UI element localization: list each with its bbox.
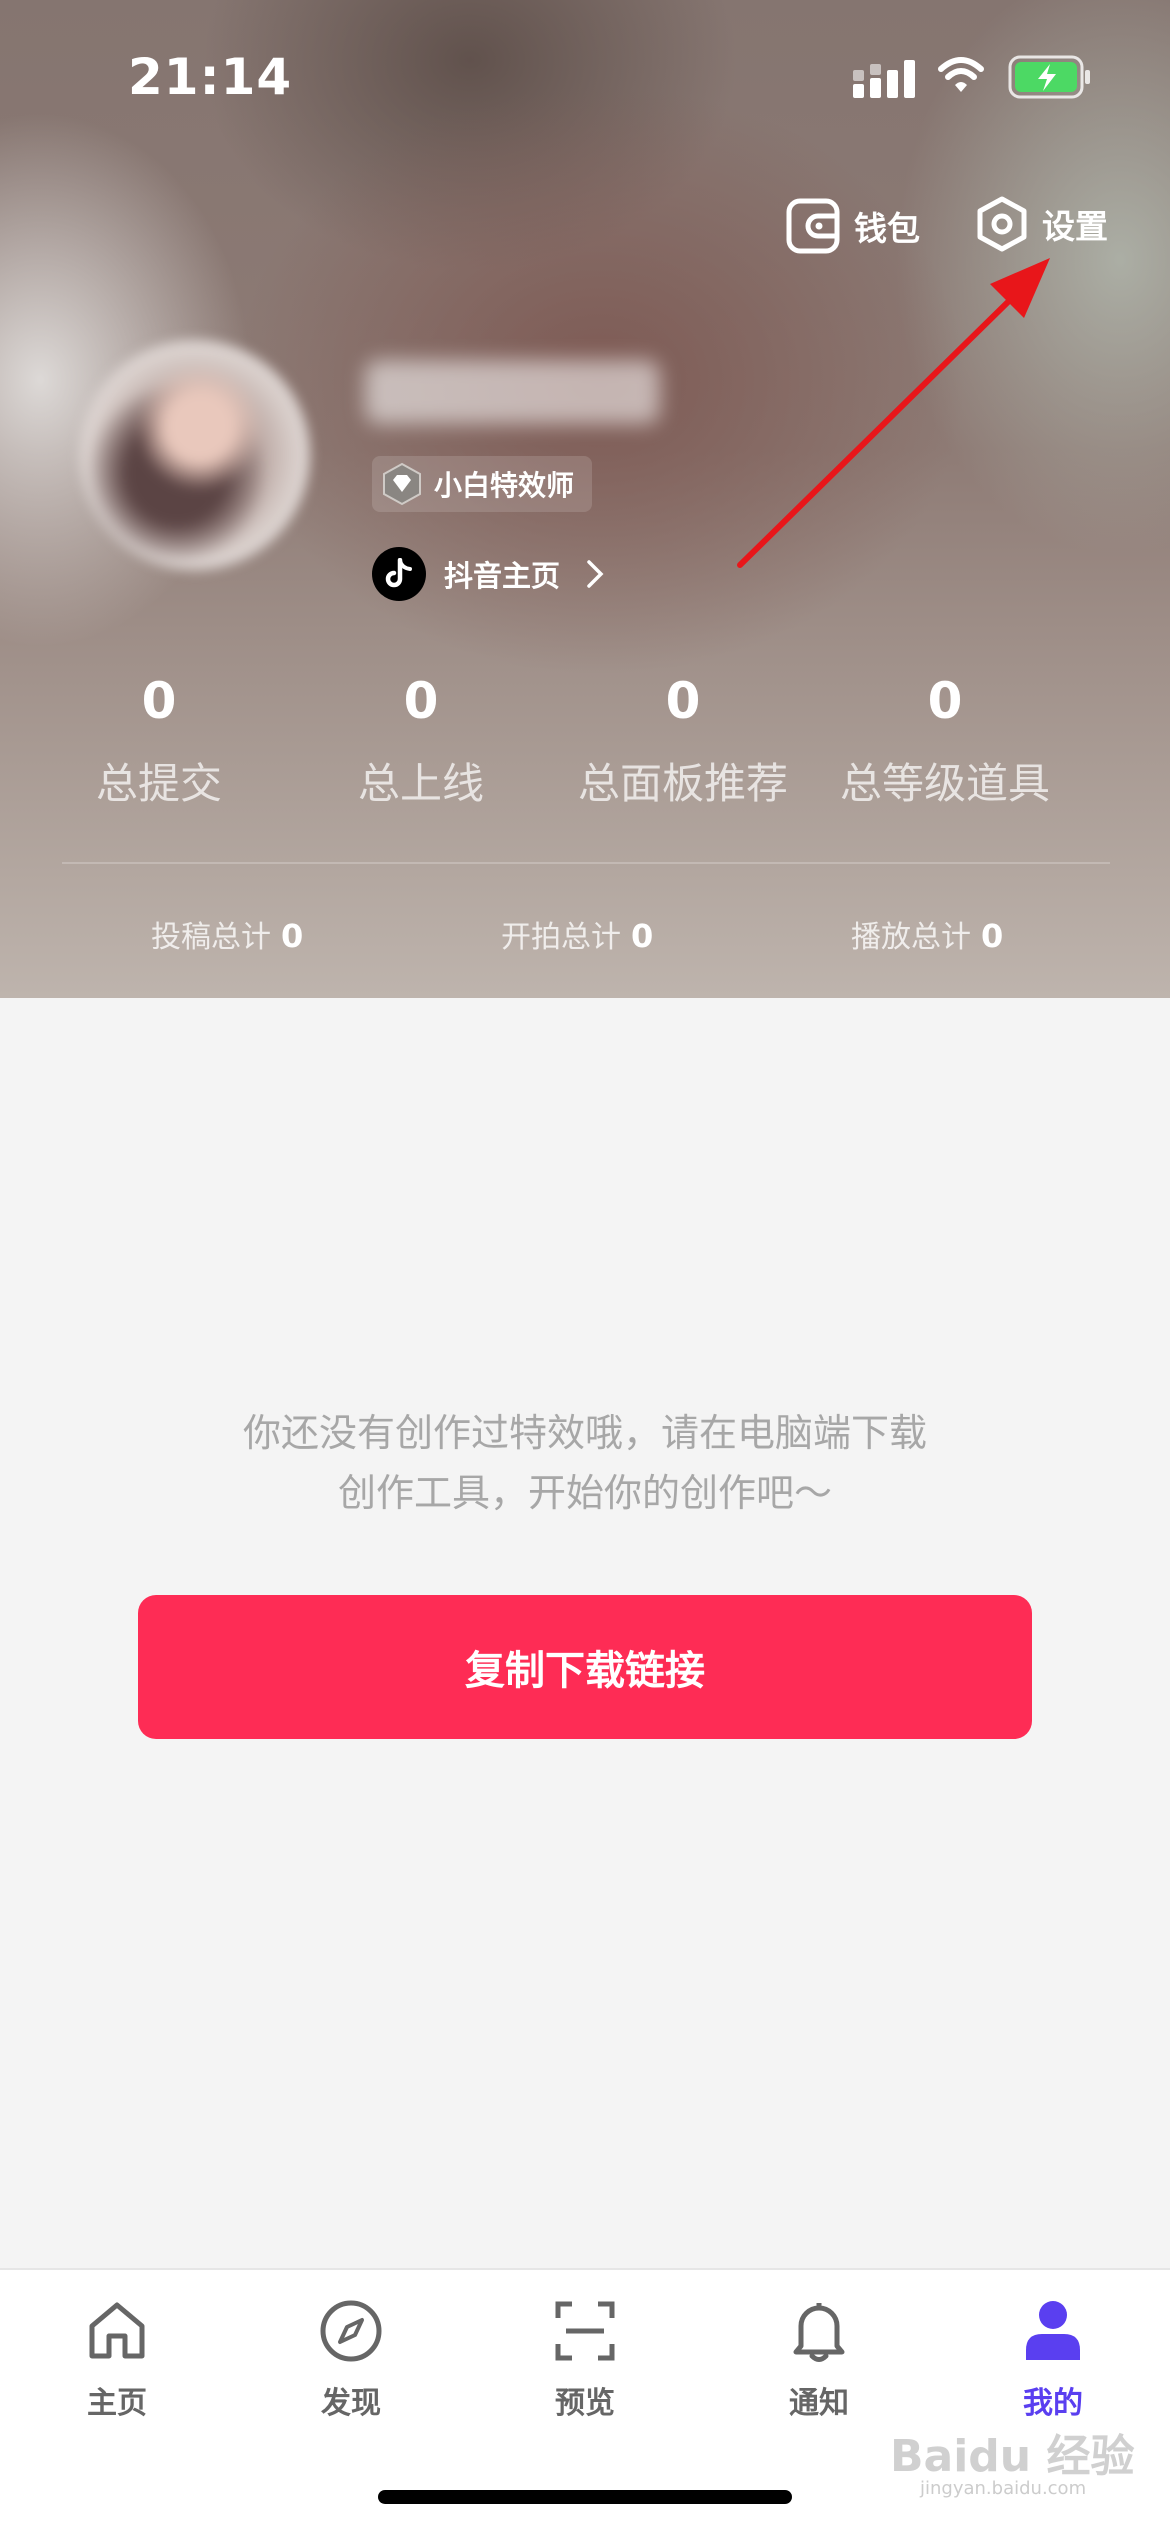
tab-discover[interactable]: 发现 [276, 2298, 426, 2422]
compass-icon [320, 2300, 382, 2362]
stat-label: 总上线 [357, 759, 484, 808]
tab-home-label: 主页 [87, 2386, 147, 2421]
settings-icon [977, 196, 1027, 252]
total-label: 播放总计 [851, 920, 971, 955]
tab-home[interactable]: 主页 [42, 2298, 192, 2422]
tab-notifications-label: 通知 [789, 2386, 849, 2421]
tab-preview[interactable]: 预览 [510, 2298, 660, 2422]
settings-button[interactable]: 设置 [976, 196, 1108, 252]
empty-state-line1: 你还没有创作过特效哦，请在电脑端下载 [242, 1411, 927, 1455]
stat-label: 总提交 [95, 759, 222, 808]
total-posts: 投稿总计 0 [151, 912, 303, 956]
total-label: 投稿总计 [151, 920, 271, 955]
chevron-right-icon [587, 560, 604, 588]
stat-value: 0 [141, 672, 177, 730]
stat-value: 0 [403, 672, 439, 730]
profile-header: 21:14 钱包 设置 小白特效师 抖音主页 0 总提交 0 总上线 0 总面板… [0, 0, 1170, 998]
stat-label: 总等级道具 [839, 759, 1050, 808]
user-icon [1026, 2301, 1080, 2360]
douyin-homepage-link[interactable]: 抖音主页 [372, 547, 604, 601]
total-plays: 播放总计 0 [851, 912, 1003, 956]
battery-charging-icon [1008, 55, 1090, 99]
tab-me-label: 我的 [1023, 2386, 1083, 2421]
wallet-label: 钱包 [854, 209, 920, 248]
stat-total-submissions: 0 总提交 [28, 672, 290, 811]
copy-download-link-button[interactable]: 复制下载链接 [138, 1595, 1032, 1739]
tab-discover-label: 发现 [321, 2386, 381, 2421]
settings-label: 设置 [1042, 207, 1108, 246]
empty-state-line2: 创作工具，开始你的创作吧～ [337, 1471, 832, 1515]
username-blurred [365, 360, 660, 424]
avatar[interactable] [80, 340, 310, 570]
stat-level-props: 0 总等级道具 [814, 672, 1076, 811]
tab-preview-label: 预览 [555, 2386, 615, 2421]
stat-value: 0 [927, 672, 963, 730]
total-value: 0 [631, 917, 654, 955]
wallet-icon [786, 198, 840, 254]
baidu-watermark-url: jingyan.baidu.com [920, 2478, 1087, 2499]
stat-total-online: 0 总上线 [290, 672, 552, 811]
home-indicator [378, 2490, 792, 2504]
stat-value: 0 [665, 672, 701, 730]
tab-me[interactable]: 我的 [978, 2298, 1128, 2422]
stats-row: 0 总提交 0 总上线 0 总面板推荐 0 总等级道具 [28, 672, 1142, 811]
total-label: 开拍总计 [501, 920, 621, 955]
wifi-icon [938, 57, 984, 92]
douyin-homepage-label: 抖音主页 [444, 559, 561, 593]
home-icon [89, 2302, 145, 2359]
total-value: 0 [281, 917, 304, 955]
scan-icon [555, 2301, 615, 2361]
status-time: 21:14 [128, 48, 293, 106]
stat-label: 总面板推荐 [577, 759, 788, 808]
stat-panel-recommend: 0 总面板推荐 [552, 672, 814, 811]
divider [62, 862, 1110, 864]
bell-icon [793, 2303, 845, 2362]
creator-level-label: 小白特效师 [434, 469, 575, 502]
tab-notifications[interactable]: 通知 [744, 2298, 894, 2422]
wallet-button[interactable]: 钱包 [786, 198, 920, 254]
empty-state-message: 你还没有创作过特效哦，请在电脑端下载 创作工具，开始你的创作吧～ [0, 1403, 1170, 1523]
total-shoots: 开拍总计 0 [501, 912, 653, 956]
tiktok-icon [372, 547, 426, 601]
diamond-icon [383, 462, 421, 506]
baidu-watermark: Baidu 经验 [890, 2431, 1135, 2482]
total-value: 0 [981, 917, 1004, 955]
creator-level-badge[interactable]: 小白特效师 [372, 456, 593, 512]
signal-icon [853, 60, 915, 98]
